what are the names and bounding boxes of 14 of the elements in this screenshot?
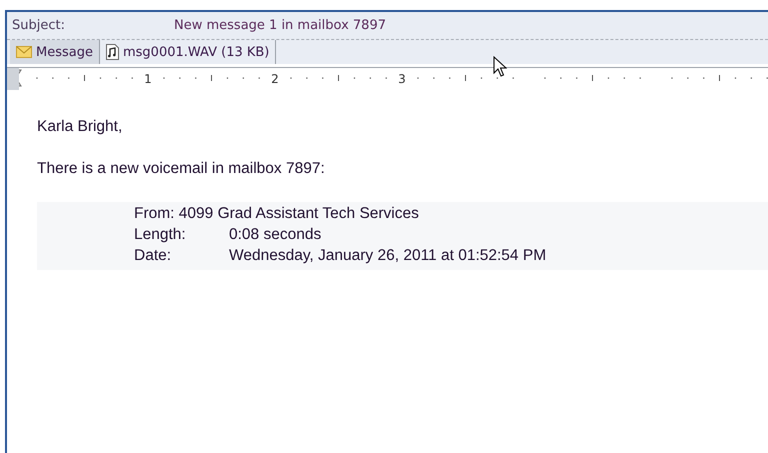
detail-label: Length:: [134, 226, 187, 244]
detail-label: From:: [134, 205, 174, 223]
detail-label: Date:: [134, 247, 172, 265]
detail-value: Wednesday, January 26, 2011 at 01:52:54 PM: [229, 247, 546, 265]
subject-text: New message 1 in mailbox 7897: [174, 18, 386, 33]
subject-label: Subject:: [12, 18, 66, 33]
attachment-tab[interactable]: msg0001.WAV (13 KB): [100, 40, 276, 64]
detail-value: 4099 Grad Assistant Tech Services: [178, 205, 419, 223]
detail-value: 0:08 seconds: [229, 226, 322, 244]
message-text: There is a new voicemail in mailbox 7897:: [37, 160, 326, 178]
greeting-text: Karla Bright,: [37, 118, 124, 136]
music-file-icon: [106, 44, 119, 60]
attachment-tab[interactable]: Message: [10, 40, 100, 64]
envelope-icon: [16, 46, 32, 58]
